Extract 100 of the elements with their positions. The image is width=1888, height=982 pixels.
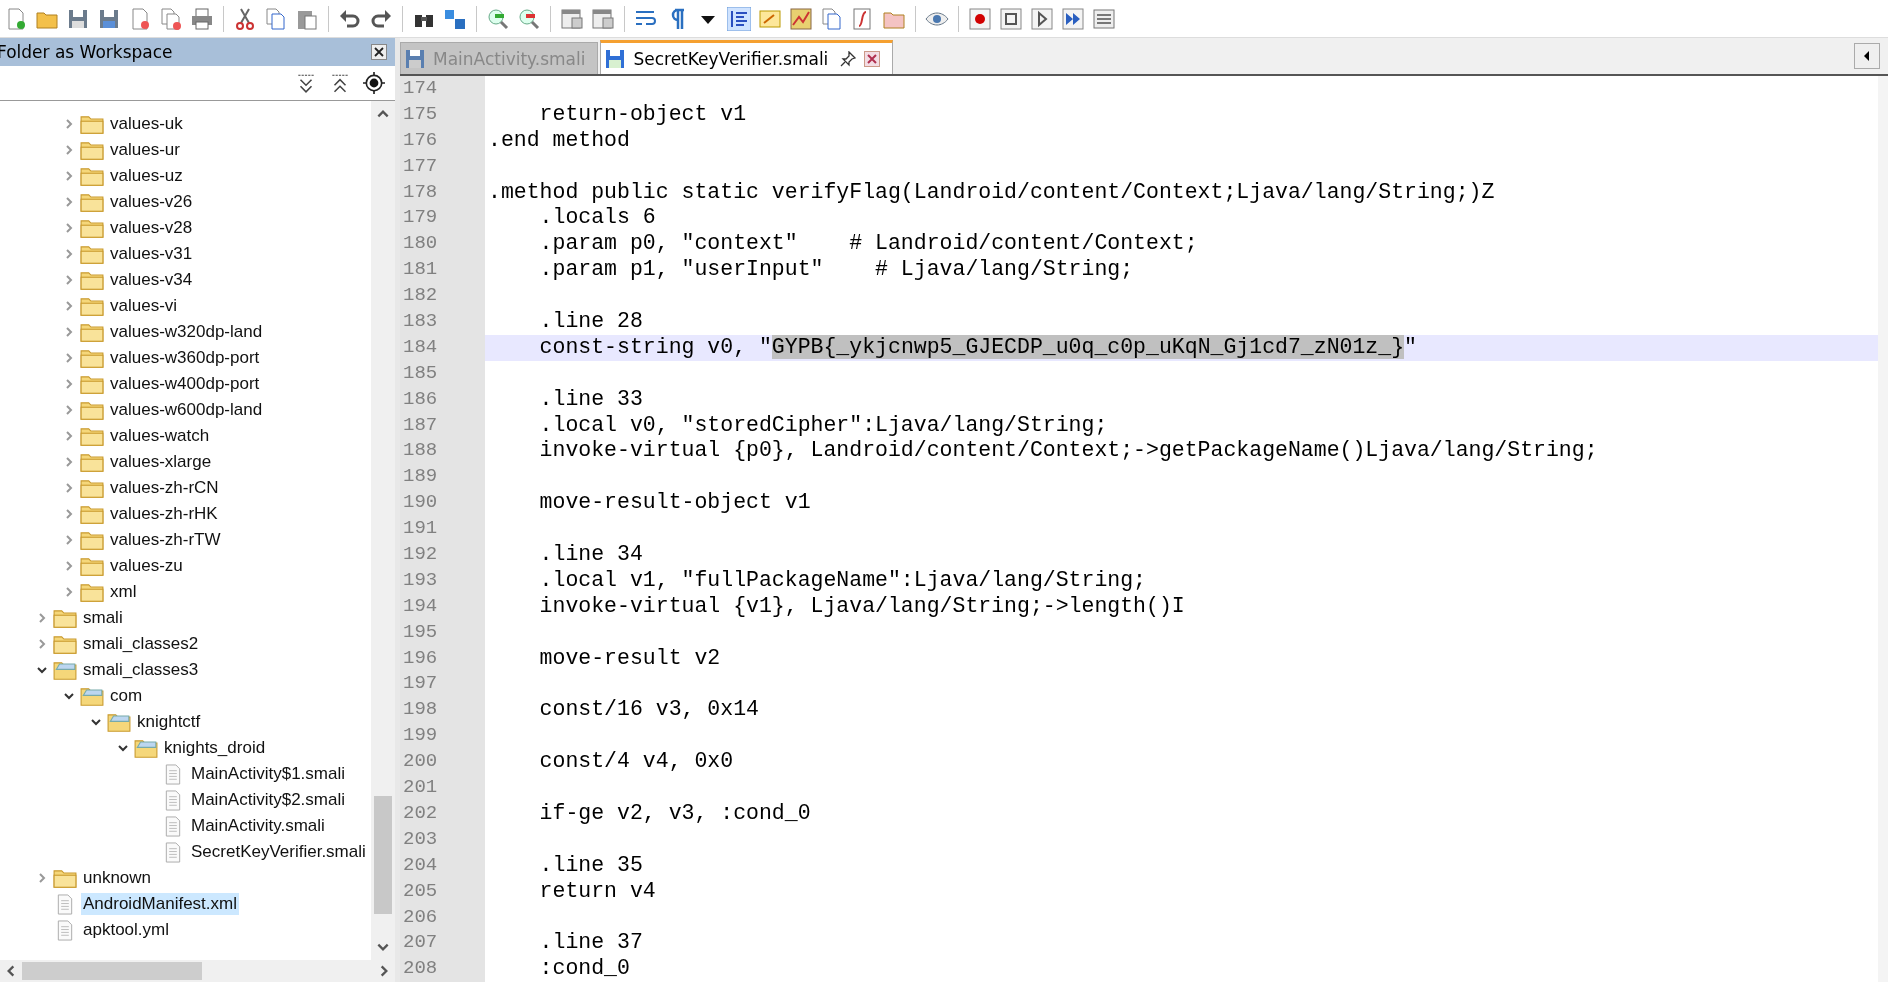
tree-item[interactable]: values-w600dp-land <box>108 399 265 421</box>
chevron-right-icon[interactable] <box>63 404 75 416</box>
tree-item[interactable]: knightctf <box>135 711 203 733</box>
code-text: .param p0, "context" # Landroid/content/Context; <box>538 231 1198 256</box>
code-text: const-string v0, " <box>538 334 772 359</box>
chevron-right-icon[interactable] <box>63 118 75 130</box>
chevron-right-icon[interactable] <box>63 196 75 208</box>
chevron-right-icon[interactable] <box>63 274 75 286</box>
code-text: " <box>1404 334 1417 359</box>
code-text: .end method <box>488 127 630 152</box>
scroll-thumb[interactable] <box>374 796 392 914</box>
sync-horizontal-icon[interactable] <box>591 6 615 31</box>
record-icon[interactable] <box>968 6 992 31</box>
close-all-icon[interactable] <box>159 6 183 31</box>
tree-item[interactable]: values-uk <box>108 113 185 135</box>
line-number: 194 <box>400 593 485 620</box>
stop-icon[interactable] <box>999 6 1023 31</box>
scrollbar[interactable] <box>1878 76 1888 982</box>
list-icon[interactable] <box>1092 6 1116 31</box>
expand-all-icon[interactable] <box>295 72 317 94</box>
line-number: 203 <box>400 826 485 853</box>
chevron-down-icon[interactable] <box>117 742 129 754</box>
pin-icon[interactable] <box>840 50 857 67</box>
tree-item[interactable]: values-uz <box>108 165 185 187</box>
tree-item[interactable]: values-vi <box>108 295 180 317</box>
chevron-right-icon[interactable] <box>63 430 75 442</box>
file-tab[interactable]: SecretKeyVerifier.smali <box>600 40 894 74</box>
close-icon[interactable] <box>371 44 387 60</box>
chevron-right-icon[interactable] <box>36 612 48 624</box>
chevron-down-icon[interactable] <box>36 664 48 676</box>
tree-item[interactable]: values-zu <box>108 555 185 577</box>
chevron-right-icon[interactable] <box>63 560 75 572</box>
tree-item[interactable]: apktool.yml <box>81 919 171 941</box>
scrollbar[interactable] <box>371 101 395 960</box>
tree-item[interactable]: xml <box>108 581 139 603</box>
chevron-right-icon[interactable] <box>63 144 75 156</box>
tree-item[interactable]: smali_classes3 <box>81 659 201 681</box>
chevron-right-icon[interactable] <box>63 300 75 312</box>
chevron-right-icon[interactable] <box>63 248 75 260</box>
close-icon[interactable] <box>864 50 881 67</box>
chevron-right-icon[interactable] <box>63 326 75 338</box>
scroll-thumb[interactable] <box>22 962 202 980</box>
map-icon[interactable] <box>789 6 813 31</box>
tree-item[interactable]: knights_droid <box>162 737 268 759</box>
tree-item[interactable]: values-w400dp-port <box>108 373 262 395</box>
line-number: 205 <box>400 878 485 905</box>
copy-icon[interactable] <box>264 6 288 31</box>
tab-scroll-left-icon[interactable] <box>1854 43 1880 69</box>
tree-item[interactable]: values-v34 <box>108 269 195 291</box>
tree-item[interactable]: com <box>108 685 145 707</box>
tree-item[interactable]: values-w320dp-land <box>108 321 265 343</box>
collapse-all-icon[interactable] <box>329 72 351 94</box>
tree-item[interactable]: smali_classes2 <box>81 633 201 655</box>
zoom-out-icon[interactable] <box>517 6 541 31</box>
tree-item[interactable]: values-ur <box>108 139 182 161</box>
chevron-right-icon[interactable] <box>63 534 75 546</box>
tree-item[interactable]: values-v28 <box>108 217 195 239</box>
chevron-right-icon[interactable] <box>63 378 75 390</box>
chevron-right-icon[interactable] <box>63 222 75 234</box>
tree-item[interactable]: AndroidManifest.xml <box>81 893 239 915</box>
indent-guide-icon[interactable] <box>727 6 751 31</box>
tree-item[interactable]: MainActivity$2.smali <box>189 789 347 811</box>
cut-icon[interactable] <box>233 6 257 31</box>
line-number: 188 <box>400 438 485 465</box>
line-number: 208 <box>400 956 485 982</box>
chevron-right-icon[interactable] <box>63 170 75 182</box>
chevron-down-icon[interactable] <box>90 716 102 728</box>
line-number: 177 <box>400 153 485 180</box>
fast-forward-icon[interactable] <box>1061 6 1085 31</box>
horizontal-scrollbar[interactable] <box>0 960 395 982</box>
tree-item[interactable]: values-zh-rCN <box>108 477 221 499</box>
chevron-down-icon[interactable] <box>63 690 75 702</box>
chevron-right-icon[interactable] <box>63 456 75 468</box>
print-icon[interactable] <box>190 6 214 31</box>
chevron-right-icon[interactable] <box>36 872 48 884</box>
chevron-right-icon[interactable] <box>63 482 75 494</box>
folder-icon <box>80 685 104 707</box>
tree-item[interactable]: values-zh-rHK <box>108 503 220 525</box>
zoom-in-icon[interactable] <box>486 6 510 31</box>
locate-icon[interactable] <box>363 72 385 94</box>
play-icon[interactable] <box>1030 6 1054 31</box>
chevron-right-icon[interactable] <box>63 508 75 520</box>
tree-item[interactable]: smali <box>81 607 125 629</box>
tree-item[interactable]: values-zh-rTW <box>108 529 223 551</box>
tree-item[interactable]: values-w360dp-port <box>108 347 262 369</box>
chevron-right-icon[interactable] <box>36 638 48 650</box>
tree-item[interactable]: unknown <box>81 867 154 889</box>
documents-icon[interactable] <box>820 6 844 31</box>
tree-item[interactable]: values-v26 <box>108 191 195 213</box>
tree-item[interactable]: values-xlarge <box>108 451 214 473</box>
sync-vertical-icon[interactable] <box>560 6 584 31</box>
tree-item[interactable]: MainActivity.smali <box>189 815 327 837</box>
code-text: .local v0, "storedCipher":Ljava/lang/String; <box>538 412 1108 437</box>
tree-item[interactable]: MainActivity$1.smali <box>189 763 347 785</box>
chevron-right-icon[interactable] <box>63 352 75 364</box>
tree-item[interactable]: values-watch <box>108 425 212 447</box>
tree-item[interactable]: SecretKeyVerifier.smali <box>189 841 368 863</box>
code-text: .param p1, "userInput" # Ljava/lang/String; <box>538 257 1134 282</box>
chevron-right-icon[interactable] <box>63 586 75 598</box>
tree-item[interactable]: values-v31 <box>108 243 195 265</box>
